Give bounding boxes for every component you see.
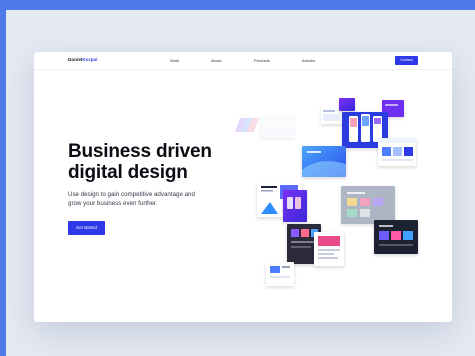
card-small-bottom <box>266 262 294 286</box>
card-grey-panels <box>341 186 395 224</box>
card-faded-stripes <box>234 114 294 138</box>
hero-subtitle: Use design to gain competitive advantage… <box>68 190 218 208</box>
contact-button[interactable]: Contact <box>395 56 418 65</box>
portfolio-collage <box>234 98 418 286</box>
logo-main: Daniel <box>68 57 83 62</box>
card-dark-ui <box>374 220 418 254</box>
hero-subtitle-line-1: Use design to gain competitive advantage… <box>68 191 195 198</box>
top-nav: DanielKorpai Work About Products Article… <box>34 52 452 70</box>
hero-subtitle-line-2: grow your business even further. <box>68 200 158 207</box>
nav-link-articles[interactable]: Articles <box>302 58 315 63</box>
card-blue-wave <box>302 146 346 177</box>
get-started-button[interactable]: Get started <box>68 221 105 235</box>
hero-title: Business driven digital design <box>68 141 248 183</box>
frame-top-stripe <box>0 0 475 10</box>
hero-title-line-1: Business driven <box>68 141 212 162</box>
logo-accent: Korpai <box>82 57 98 62</box>
card-dashboard <box>378 138 416 166</box>
card-white-list <box>314 232 344 266</box>
nav-link-work[interactable]: Work <box>170 58 179 63</box>
card-purple-app <box>283 190 307 222</box>
hero-title-line-2: digital design <box>68 162 188 183</box>
frame-left-stripe <box>0 0 6 356</box>
nav-link-about[interactable]: About <box>211 58 221 63</box>
nav-link-products[interactable]: Products <box>254 58 270 63</box>
logo[interactable]: DanielKorpai <box>68 57 98 62</box>
website-card: DanielKorpai Work About Products Article… <box>34 52 452 322</box>
